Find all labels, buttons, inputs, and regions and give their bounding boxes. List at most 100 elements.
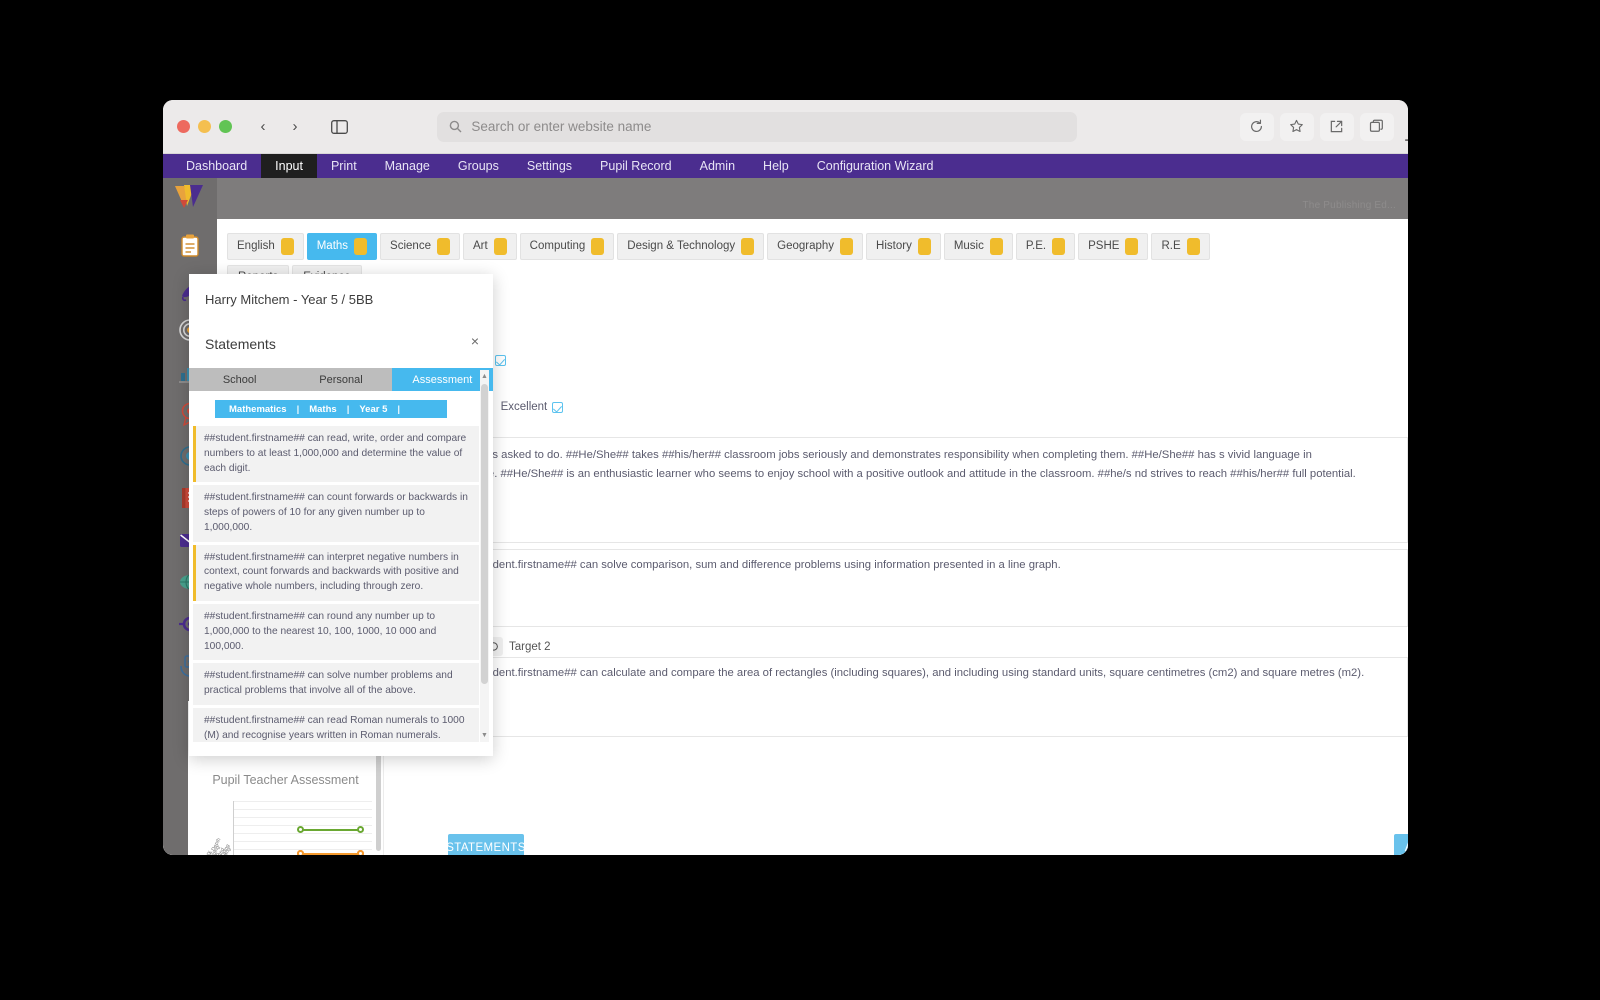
reload-icon[interactable] xyxy=(1239,112,1274,141)
target-2-text-area[interactable]: ##student.firstname## can calculate and … xyxy=(453,657,1408,737)
star-icon[interactable] xyxy=(1279,112,1314,141)
sidebar-toggle-icon[interactable] xyxy=(322,114,356,140)
forward-chevron-icon[interactable]: › xyxy=(280,114,310,140)
statement-list-scrollbar[interactable]: ▲ ▼ xyxy=(480,370,489,742)
nav-item-dashboard[interactable]: Dashboard xyxy=(172,154,261,178)
statement-item[interactable]: ##student.firstname## can read Roman num… xyxy=(193,707,479,742)
breadcrumb-separator: | xyxy=(397,403,401,415)
subject-tab-label: P.E. xyxy=(1025,240,1047,252)
subject-status-swatch[interactable] xyxy=(917,237,931,255)
subject-tab-pshe[interactable]: PSHE xyxy=(1078,232,1149,260)
subject-status-swatch[interactable] xyxy=(741,237,755,255)
new-tab-button[interactable]: + xyxy=(1396,126,1408,156)
address-bar[interactable]: Search or enter website name xyxy=(437,111,1078,142)
subject-status-swatch[interactable] xyxy=(840,237,854,255)
target-1-text-area[interactable]: ##student.firstname## can solve comparis… xyxy=(453,549,1408,627)
subject-status-swatch[interactable] xyxy=(1052,237,1066,255)
target-2-label: Target 2 xyxy=(509,640,551,653)
primary-navigation: Dashboard Input Print Manage Groups Settings P… xyxy=(163,154,1408,178)
subject-tab-label: R.E xyxy=(1161,240,1181,252)
statements-modal: Harry Mitchem - Year 5 / 5BB Statements … xyxy=(189,274,493,756)
scrollbar-thumb[interactable] xyxy=(481,384,488,684)
modal-tab-personal[interactable]: Personal xyxy=(290,368,392,391)
nav-item-help[interactable]: Help xyxy=(749,154,803,178)
chart-gridline xyxy=(234,817,372,818)
chart-gridline xyxy=(234,801,372,802)
chart-series-line xyxy=(300,829,360,832)
app-logo-icon xyxy=(171,182,209,212)
breadcrumb-item[interactable]: Maths xyxy=(309,404,336,415)
subject-tab-science[interactable]: Science xyxy=(380,232,460,260)
scroll-up-arrow-icon[interactable]: ▲ xyxy=(481,373,488,380)
search-icon xyxy=(450,120,462,133)
subject-status-swatch[interactable] xyxy=(989,237,1003,255)
chart-gridline xyxy=(234,833,372,834)
assessment-checkbox[interactable] xyxy=(495,354,507,366)
subject-status-swatch[interactable] xyxy=(591,237,605,255)
share-icon[interactable] xyxy=(1319,112,1354,141)
nav-item-pupil-record[interactable]: Pupil Record xyxy=(586,154,686,178)
tab-overview-icon[interactable] xyxy=(1359,112,1394,141)
statement-item[interactable]: ##student.firstname## can round any numb… xyxy=(193,604,479,661)
statement-item[interactable]: ##student.firstname## can solve number p… xyxy=(193,663,479,705)
chart-title: Pupil Teacher Assessment xyxy=(212,773,359,787)
breadcrumb-item[interactable]: Year 5 xyxy=(359,404,387,415)
subject-status-swatch[interactable] xyxy=(354,237,368,255)
subject-tab-p-e-[interactable]: P.E. xyxy=(1015,232,1076,260)
app-body: The Publishing Ed... English Maths Scien… xyxy=(163,178,1408,855)
statement-list[interactable]: ##student.firstname## can read, write, o… xyxy=(189,426,493,742)
statement-item[interactable]: ##student.firstname## can count forwards… xyxy=(193,485,479,542)
subject-status-swatch[interactable] xyxy=(280,237,294,255)
nav-item-configuration-wizard[interactable]: Configuration Wizard xyxy=(803,154,948,178)
subject-status-swatch[interactable] xyxy=(1125,237,1139,255)
minimize-window-button[interactable] xyxy=(198,120,211,133)
chart-gridline xyxy=(234,849,372,850)
back-chevron-icon[interactable]: ‹ xyxy=(248,114,278,140)
subject-tab-music[interactable]: Music xyxy=(943,232,1013,260)
breadcrumb: Mathematics | Maths | Year 5 | xyxy=(215,400,447,418)
scroll-down-arrow-icon[interactable]: ▼ xyxy=(481,732,488,739)
subject-tab-label: History xyxy=(876,240,912,252)
subject-status-swatch[interactable] xyxy=(1186,237,1200,255)
nav-buttons: ‹ › xyxy=(248,114,310,140)
subject-tab-history[interactable]: History xyxy=(866,232,941,260)
chart-gridline xyxy=(234,809,372,810)
breadcrumb-item[interactable]: Mathematics xyxy=(229,404,287,415)
subject-status-swatch[interactable] xyxy=(436,237,450,255)
close-window-button[interactable] xyxy=(177,120,190,133)
statement-item[interactable]: ##student.firstname## can read, write, o… xyxy=(193,426,479,483)
assessment-option[interactable]: Excellent xyxy=(501,401,564,413)
modal-tab-school[interactable]: School xyxy=(189,368,291,391)
assessment-option-label: Excellent xyxy=(500,401,548,413)
chart-plot-area xyxy=(233,801,372,855)
subject-tab-maths[interactable]: Maths xyxy=(306,232,378,260)
nav-item-groups[interactable]: Groups xyxy=(444,154,513,178)
maximize-window-button[interactable] xyxy=(219,120,232,133)
chart-y-axis-labels: Working BeyondWorking TowardsWell BelowM… xyxy=(188,801,234,855)
modal-tab-assessment[interactable]: Assessment xyxy=(391,368,493,391)
close-icon[interactable]: × xyxy=(471,334,479,348)
assessment-checkbox[interactable] xyxy=(552,401,564,413)
chart-series-line xyxy=(300,853,360,855)
subject-tab-computing[interactable]: Computing xyxy=(519,232,615,260)
nav-item-settings[interactable]: Settings xyxy=(513,154,586,178)
statements-button[interactable]: STATEMENTS xyxy=(446,834,525,855)
browser-window: ‹ › Search or enter website name + xyxy=(163,100,1408,855)
subject-tab-design-technology[interactable]: Design & Technology xyxy=(617,232,765,260)
nav-item-manage[interactable]: Manage xyxy=(371,154,444,178)
nav-item-print[interactable]: Print xyxy=(317,154,371,178)
subject-tab-art[interactable]: Art xyxy=(462,232,517,260)
subject-status-swatch[interactable] xyxy=(493,237,507,255)
toolbar-right-buttons xyxy=(1239,112,1394,141)
subject-tab-label: Music xyxy=(953,240,984,252)
approve-button[interactable]: APPROVE xyxy=(1394,834,1408,855)
subject-tab-english[interactable]: English xyxy=(227,232,304,260)
subject-tab-label: Computing xyxy=(529,240,586,252)
clipboard-icon[interactable] xyxy=(170,226,210,266)
subject-tab-label: Design & Technology xyxy=(627,240,736,252)
nav-item-input[interactable]: Input xyxy=(261,154,317,178)
subject-tab-r-e[interactable]: R.E xyxy=(1151,232,1210,260)
statement-item[interactable]: ##student.firstname## can interpret nega… xyxy=(193,544,479,602)
subject-tab-geography[interactable]: Geography xyxy=(767,232,864,260)
nav-item-admin[interactable]: Admin xyxy=(686,154,749,178)
